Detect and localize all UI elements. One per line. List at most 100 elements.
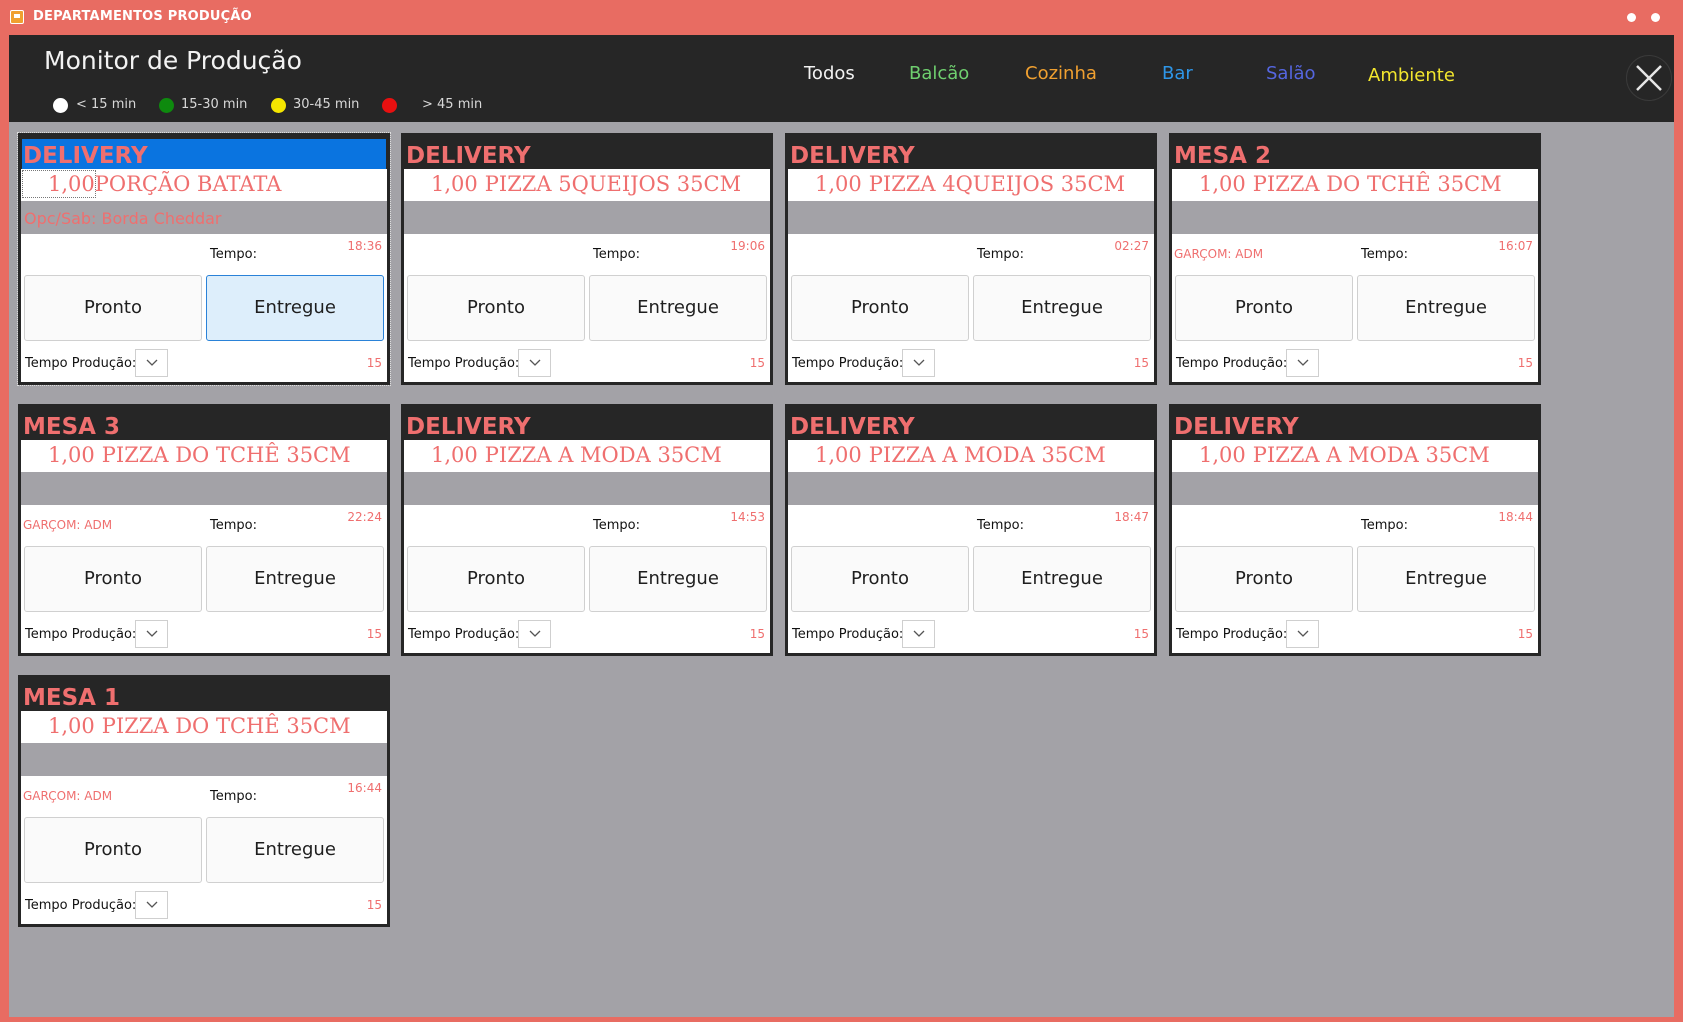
production-time-value: 15 xyxy=(1517,627,1533,641)
item-quantity: 1,00 xyxy=(48,443,95,467)
tempo-producao-label: Tempo Produção: xyxy=(792,627,904,642)
production-time-dropdown[interactable] xyxy=(135,620,168,648)
order-card-title: DELIVERY xyxy=(22,139,386,173)
production-time-dropdown[interactable] xyxy=(135,891,168,919)
entregue-button[interactable]: Entregue xyxy=(206,817,384,883)
order-item-row: 1,00 PIZZA A MODA 35CM xyxy=(404,440,770,472)
order-item-row: 1,00 PIZZA DO TCHÊ 35CM xyxy=(21,440,387,472)
close-button[interactable] xyxy=(1626,55,1672,101)
legend-label: 30-45 min xyxy=(293,97,360,112)
order-card[interactable]: MESA 1 1,00 PIZZA DO TCHÊ 35CM GARÇOM: ADM T… xyxy=(18,675,390,927)
tempo-producao-label: Tempo Produção: xyxy=(408,356,520,371)
order-card[interactable]: DELIVERY 1,00PORÇÃO BATATA Opc/Sab: Borda … xyxy=(17,132,391,386)
order-card[interactable]: MESA 3 1,00 PIZZA DO TCHÊ 35CM GARÇOM: ADM T… xyxy=(18,404,390,656)
pronto-button[interactable]: Pronto xyxy=(24,275,202,341)
tempo-producao-label: Tempo Produção: xyxy=(1176,356,1288,371)
production-time-value: 15 xyxy=(1517,356,1533,370)
order-time: 02:27 xyxy=(1114,239,1149,253)
entregue-button[interactable]: Entregue xyxy=(206,546,384,612)
order-item-row: 1,00 PIZZA DO TCHÊ 35CM xyxy=(21,711,387,743)
production-time-row: Tempo Produção: 15 xyxy=(404,344,770,382)
waiter-label: GARÇOM: ADM xyxy=(1174,247,1264,261)
production-time-value: 15 xyxy=(1133,627,1149,641)
filter-bar[interactable]: Bar xyxy=(1162,63,1193,84)
action-row: Pronto Entregue xyxy=(1172,542,1538,615)
chevron-down-icon xyxy=(1297,359,1309,366)
production-time-row: Tempo Produção: 15 xyxy=(21,886,387,924)
item-options: Opc/Sab: Borda Cheddar xyxy=(24,209,222,228)
options-row xyxy=(788,201,1154,234)
minimize-dot-icon[interactable] xyxy=(1627,13,1636,22)
production-time-dropdown[interactable] xyxy=(518,620,551,648)
pronto-button[interactable]: Pronto xyxy=(791,546,969,612)
tempo-label: Tempo: xyxy=(1361,518,1408,533)
tempo-producao-label: Tempo Produção: xyxy=(25,356,137,371)
legend-label: > 45 min xyxy=(422,97,483,112)
tempo-label: Tempo: xyxy=(210,247,257,262)
item-name: PIZZA A MODA 35CM xyxy=(484,443,722,467)
pronto-button[interactable]: Pronto xyxy=(1175,275,1353,341)
tempo-label: Tempo: xyxy=(593,518,640,533)
order-item-text: 1,00 PIZZA A MODA 35CM xyxy=(1199,443,1490,467)
chevron-down-icon xyxy=(529,630,541,637)
order-card[interactable]: MESA 2 1,00 PIZZA DO TCHÊ 35CM GARÇOM: ADM T… xyxy=(1169,133,1541,385)
production-time-dropdown[interactable] xyxy=(902,349,935,377)
production-time-dropdown[interactable] xyxy=(1286,349,1319,377)
pronto-button[interactable]: Pronto xyxy=(407,546,585,612)
order-item-text: 1,00 PIZZA DO TCHÊ 35CM xyxy=(1199,172,1502,196)
chevron-down-icon xyxy=(1297,630,1309,637)
order-card-title: DELIVERY xyxy=(406,414,531,440)
filter-todos[interactable]: Todos xyxy=(804,63,855,84)
order-time: 16:44 xyxy=(347,781,382,795)
order-card-title: DELIVERY xyxy=(790,143,915,169)
filter-ambiente[interactable]: Ambiente xyxy=(1368,65,1455,86)
production-time-value: 15 xyxy=(1133,356,1149,370)
info-row: Tempo: 14:53 xyxy=(404,505,770,542)
order-card[interactable]: DELIVERY 1,00 PIZZA A MODA 35CM Tempo: 18:44… xyxy=(1169,404,1541,656)
chevron-down-icon xyxy=(146,359,158,366)
production-time-dropdown[interactable] xyxy=(518,349,551,377)
order-card[interactable]: DELIVERY 1,00 PIZZA 4QUEIJOS 35CM Tempo: 02:… xyxy=(785,133,1157,385)
chevron-down-icon xyxy=(913,630,925,637)
order-card[interactable]: DELIVERY 1,00 PIZZA 5QUEIJOS 35CM Tempo: 19:… xyxy=(401,133,773,385)
pronto-button[interactable]: Pronto xyxy=(1175,546,1353,612)
filter-salao[interactable]: Salão xyxy=(1266,63,1316,84)
production-time-dropdown[interactable] xyxy=(135,349,168,377)
item-name: PIZZA DO TCHÊ 35CM xyxy=(1252,172,1502,196)
pronto-button[interactable]: Pronto xyxy=(24,817,202,883)
entregue-button[interactable]: Entregue xyxy=(589,275,767,341)
order-card-title: MESA 2 xyxy=(1174,143,1271,169)
production-time-row: Tempo Produção: 15 xyxy=(21,615,387,653)
production-time-dropdown[interactable] xyxy=(1286,620,1319,648)
page-title: Monitor de Produção xyxy=(44,46,302,75)
pronto-button[interactable]: Pronto xyxy=(407,275,585,341)
info-row: GARÇOM: ADM Tempo: 22:24 xyxy=(21,505,387,542)
close-icon xyxy=(1636,65,1662,91)
order-card[interactable]: DELIVERY 1,00 PIZZA A MODA 35CM Tempo: 18:47… xyxy=(785,404,1157,656)
options-row xyxy=(21,472,387,505)
production-time-dropdown[interactable] xyxy=(902,620,935,648)
production-time-value: 15 xyxy=(366,356,382,370)
item-name: PIZZA 5QUEIJOS 35CM xyxy=(484,172,742,196)
chevron-down-icon xyxy=(529,359,541,366)
order-card-title: DELIVERY xyxy=(790,414,915,440)
pronto-button[interactable]: Pronto xyxy=(24,546,202,612)
maximize-dot-icon[interactable] xyxy=(1651,13,1660,22)
order-card[interactable]: DELIVERY 1,00 PIZZA A MODA 35CM Tempo: 14:53… xyxy=(401,404,773,656)
tempo-label: Tempo: xyxy=(977,247,1024,262)
filter-cozinha[interactable]: Cozinha xyxy=(1025,63,1097,84)
entregue-button[interactable]: Entregue xyxy=(1357,275,1535,341)
header-bar: Monitor de Produção < 15 min 15-30 min 3… xyxy=(9,35,1674,122)
entregue-button[interactable]: Entregue xyxy=(973,546,1151,612)
entregue-button[interactable]: Entregue xyxy=(1357,546,1535,612)
entregue-button[interactable]: Entregue xyxy=(973,275,1151,341)
filter-balcao[interactable]: Balcão xyxy=(909,63,969,84)
info-row: Tempo: 18:36 xyxy=(21,234,387,271)
entregue-button[interactable]: Entregue xyxy=(206,275,384,341)
item-quantity: 1,00 xyxy=(815,443,862,467)
pronto-button[interactable]: Pronto xyxy=(791,275,969,341)
production-time-row: Tempo Produção: 15 xyxy=(1172,344,1538,382)
legend-dot-icon xyxy=(382,98,397,113)
order-time: 18:36 xyxy=(347,239,382,253)
entregue-button[interactable]: Entregue xyxy=(589,546,767,612)
